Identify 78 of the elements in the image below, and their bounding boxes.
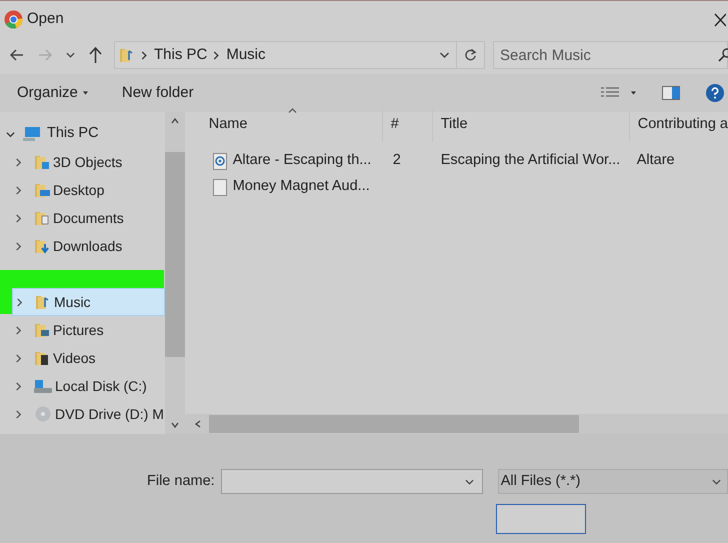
- file-name-field[interactable]: [220, 469, 483, 494]
- audio-file-icon: [212, 152, 227, 170]
- nav-item[interactable]: Desktop: [53, 180, 104, 200]
- dropdown-caret-icon[interactable]: [439, 51, 450, 59]
- horizontal-scrollbar[interactable]: [184, 414, 728, 434]
- close-icon[interactable]: [714, 12, 726, 26]
- chevron-right-icon: [141, 50, 148, 60]
- nav-item[interactable]: This PC: [47, 123, 99, 145]
- toolbar-button[interactable]: Organize: [17, 82, 88, 104]
- track-title: Escaping the Artificial Wor...: [440, 151, 622, 170]
- folder-icon: [34, 154, 50, 170]
- folder-icon: [119, 47, 135, 63]
- chrome-logo-icon: [4, 10, 23, 29]
- nav-item[interactable]: DVD Drive (D:) M: [55, 404, 164, 424]
- dropdown-caret-icon: [712, 478, 721, 484]
- column-header[interactable]: Contributing a: [630, 108, 728, 142]
- column-header[interactable]: #: [382, 108, 433, 142]
- folder-icon: [34, 350, 50, 366]
- scroll-up-icon[interactable]: [170, 118, 179, 124]
- track-number: 2: [392, 151, 402, 170]
- file-type-dropdown[interactable]: All Files (*.*): [498, 469, 728, 494]
- nav-item[interactable]: Documents: [53, 208, 124, 228]
- toolbar-button[interactable]: New folder: [122, 82, 194, 104]
- dropdown-caret-icon[interactable]: [631, 91, 636, 95]
- scroll-left-icon[interactable]: [194, 420, 201, 428]
- column-header[interactable]: Title: [432, 108, 630, 142]
- chevron-right-icon[interactable]: [14, 382, 23, 390]
- nav-item[interactable]: Pictures: [53, 320, 104, 340]
- folder-icon: [35, 294, 51, 310]
- breadcrumb-item[interactable]: This PC: [154, 44, 208, 66]
- chevron-right-icon[interactable]: [14, 186, 23, 194]
- chevron-right-icon[interactable]: [14, 158, 23, 166]
- scrollbar-thumb[interactable]: [164, 152, 185, 357]
- file-icon: [212, 178, 227, 196]
- chevron-right-icon[interactable]: [15, 298, 24, 306]
- nav-item[interactable]: Music: [54, 292, 91, 312]
- folder-icon: [34, 182, 50, 198]
- address-bar[interactable]: This PC Music: [114, 41, 485, 69]
- search-field[interactable]: Search Music: [493, 41, 728, 69]
- preview-pane-icon[interactable]: [662, 86, 680, 100]
- help-icon[interactable]: [706, 84, 724, 102]
- dropdown-caret-icon: [82, 91, 88, 95]
- file-name[interactable]: Altare - Escaping th...: [232, 150, 372, 172]
- nav-item[interactable]: 3D Objects: [53, 152, 122, 172]
- disc-icon: [34, 406, 52, 422]
- dialog-button[interactable]: [496, 504, 586, 534]
- dropdown-caret-icon: [464, 478, 474, 484]
- file-name[interactable]: Money Magnet Aud...: [232, 176, 370, 198]
- scrollbar-thumb[interactable]: [208, 415, 579, 433]
- breadcrumb-item[interactable]: Music: [226, 44, 266, 66]
- computer-icon: [23, 126, 41, 142]
- dropdown-caret-icon[interactable]: [66, 51, 75, 59]
- vertical-scrollbar[interactable]: [164, 112, 185, 434]
- drive-icon: [34, 378, 52, 394]
- artist-name: Altare: [636, 151, 675, 170]
- chevron-right-icon[interactable]: [14, 326, 23, 334]
- up-arrow-icon[interactable]: [89, 47, 102, 63]
- sort-caret-icon: [288, 108, 297, 113]
- back-arrow-icon[interactable]: [10, 49, 24, 61]
- folder-icon: [34, 322, 50, 338]
- search-icon: [718, 48, 728, 62]
- chevron-right-icon[interactable]: [14, 242, 23, 250]
- nav-item-selected[interactable]: Music: [12, 288, 165, 316]
- chevron-down-icon[interactable]: [6, 130, 15, 138]
- chevron-right-icon: [213, 50, 220, 60]
- chevron-right-icon[interactable]: [14, 214, 23, 222]
- scroll-down-icon[interactable]: [170, 422, 179, 428]
- column-header[interactable]: Name: [184, 108, 383, 142]
- nav-item[interactable]: Downloads: [53, 236, 122, 256]
- chevron-right-icon[interactable]: [14, 354, 23, 362]
- nav-item[interactable]: Local Disk (C:): [55, 376, 147, 396]
- nav-item[interactable]: Videos: [53, 348, 96, 368]
- folder-icon: [34, 210, 50, 226]
- refresh-icon[interactable]: [464, 48, 477, 62]
- chevron-right-icon[interactable]: [14, 410, 23, 418]
- window-title: Open: [27, 9, 64, 30]
- folder-icon: [34, 238, 50, 254]
- field-label: File name:: [147, 472, 215, 491]
